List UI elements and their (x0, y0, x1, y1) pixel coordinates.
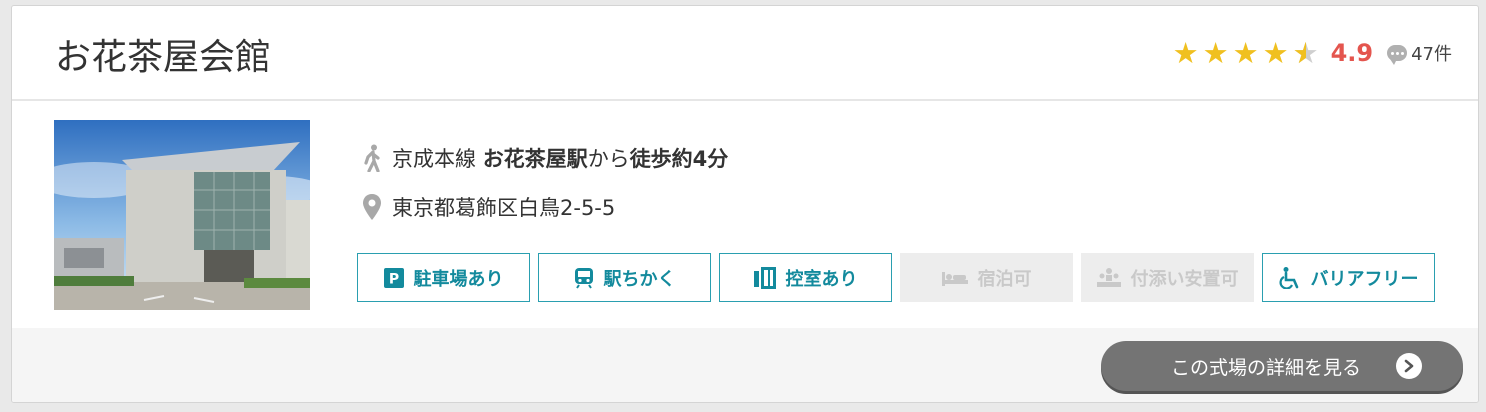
view-details-label: この式場の詳細を見る (1170, 356, 1361, 379)
star-icon: ★ (1172, 36, 1199, 70)
card-footer: この式場の詳細を見る (12, 328, 1478, 402)
venue-photo[interactable] (54, 120, 310, 310)
access-info: 京成本線 お花茶屋駅 から 徒歩約4分 (360, 143, 728, 173)
address: 東京都葛飾区白鳥2-5-5 (392, 196, 616, 220)
feature-barrier-free[interactable]: バリアフリー (1262, 253, 1435, 302)
star-icon: ★ (1262, 36, 1289, 70)
feature-label: 控室あり (785, 268, 858, 290)
star-icon: ★ (1232, 36, 1259, 70)
station-name: お花茶屋駅 (482, 147, 588, 171)
attendance-icon (1096, 267, 1121, 288)
walking-icon (360, 144, 384, 172)
comment-icon (1387, 45, 1408, 65)
line-name: 京成本線 (392, 147, 483, 171)
waiting-room-icon (753, 266, 776, 289)
feature-near-station[interactable]: 駅ちかく (538, 253, 711, 302)
wheelchair-icon (1279, 266, 1301, 289)
feature-label: 宿泊可 (977, 268, 1032, 290)
feature-attendance[interactable]: 付添い安置可 (1081, 253, 1254, 302)
venue-header: お花茶屋会館 ★ ★ ★ ★ ★★ 4.9 47件 (12, 6, 1478, 101)
chevron-right-icon (1396, 353, 1422, 379)
feature-label: バリアフリー (1310, 268, 1419, 290)
address-info: 東京都葛飾区白鳥2-5-5 (360, 192, 615, 222)
star-rating: ★ ★ ★ ★ ★★ (1173, 36, 1323, 70)
feature-label: 付添い安置可 (1130, 268, 1239, 290)
feature-label: 駅ちかく (603, 268, 676, 290)
rating-score: 4.9 (1330, 39, 1374, 67)
walk-time: 徒歩約4分 (629, 147, 729, 171)
location-pin-icon (360, 193, 384, 221)
feature-parking[interactable]: P 駐車場あり (357, 253, 530, 302)
venue-name[interactable]: お花茶屋会館 (55, 28, 271, 80)
feature-lodging[interactable]: 宿泊可 (900, 253, 1073, 302)
review-count[interactable]: 47件 (1411, 40, 1452, 66)
view-details-button[interactable]: この式場の詳細を見る (1101, 341, 1463, 391)
venue-card: お花茶屋会館 ★ ★ ★ ★ ★★ 4.9 47件 (11, 5, 1479, 403)
access-from: から (587, 147, 630, 171)
feature-label: 駐車場あり (413, 268, 504, 290)
star-icon: ★ (1202, 36, 1229, 70)
svg-text:P: P (388, 271, 398, 287)
rating: ★ ★ ★ ★ ★★ 4.9 47件 (1173, 36, 1452, 70)
parking-icon: P (383, 267, 404, 288)
train-icon (574, 267, 594, 289)
feature-list: P 駐車場あり 駅ちかく 控室あり 宿泊可 付添い安置可 バリアフリー (357, 253, 1435, 302)
feature-waiting-room[interactable]: 控室あり (719, 253, 892, 302)
half-star-icon: ★★ (1292, 36, 1319, 70)
bed-icon (941, 270, 968, 286)
